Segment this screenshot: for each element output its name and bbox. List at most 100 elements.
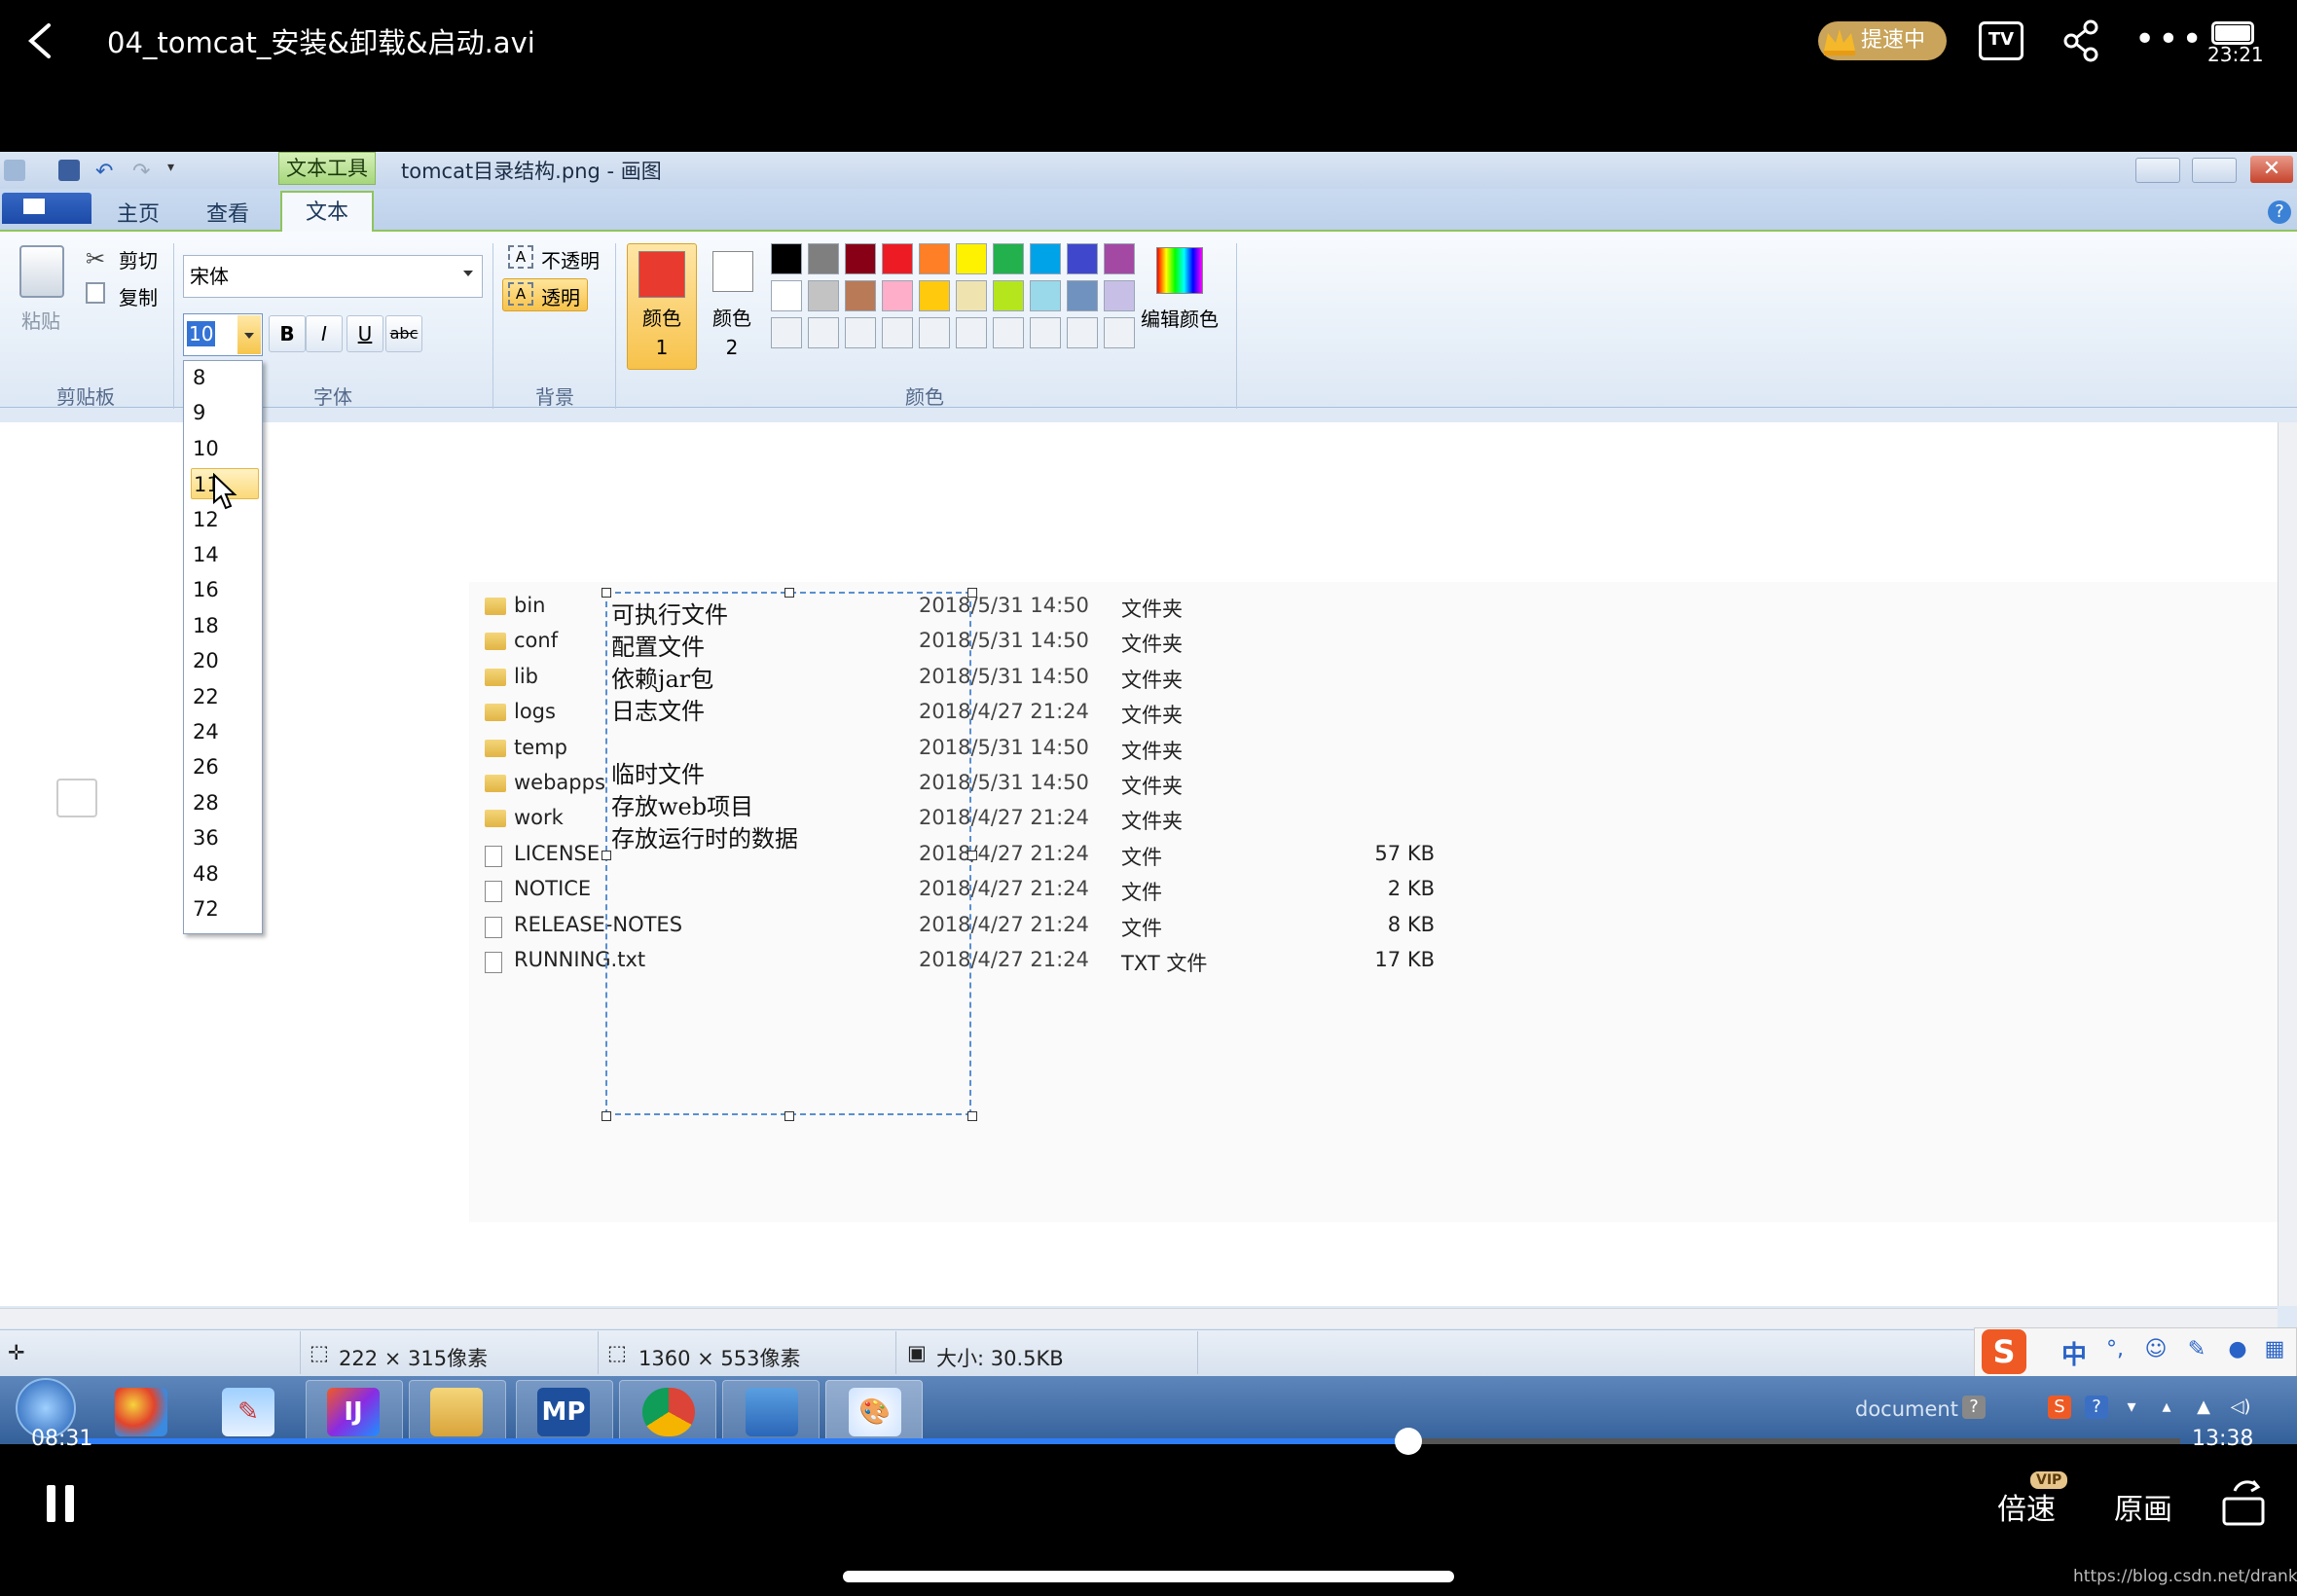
palette-swatch[interactable] (919, 243, 950, 274)
close-button[interactable]: ✕ (2250, 156, 2293, 183)
help-icon[interactable]: ? (2268, 200, 2291, 224)
strikethrough-button[interactable]: abc (385, 315, 422, 352)
vertical-scrollbar[interactable] (2278, 422, 2297, 1306)
palette-swatch[interactable] (845, 243, 876, 274)
paint-app-icon[interactable] (4, 160, 25, 181)
emoji-icon[interactable]: ☺ (2143, 1337, 2169, 1362)
grid-menu-icon[interactable]: ▦ (2262, 1337, 2287, 1362)
tray-document-label[interactable]: document (1855, 1397, 1958, 1421)
palette-swatch[interactable] (882, 243, 913, 274)
paint-menu-button[interactable] (2, 193, 91, 224)
resize-handle[interactable] (602, 1111, 611, 1121)
paste-icon[interactable] (19, 245, 64, 298)
palette-swatch[interactable] (808, 243, 839, 274)
scissors-icon[interactable]: ✂ (86, 245, 105, 272)
tray-sogou-icon[interactable]: S (2048, 1396, 2071, 1419)
font-size-option[interactable]: 10 (191, 433, 259, 464)
palette-swatch[interactable] (956, 243, 987, 274)
palette-swatch[interactable] (845, 280, 876, 311)
font-family-select[interactable]: 宋体 (183, 255, 483, 298)
sogou-logo-icon[interactable]: S (1982, 1329, 2026, 1374)
edit-colors-button[interactable]: 编辑颜色 (1141, 304, 1219, 332)
pause-icon[interactable] (47, 1485, 74, 1522)
palette-swatch[interactable] (882, 280, 913, 311)
redo-icon[interactable]: ↷ (132, 160, 154, 184)
tab-home[interactable]: 主页 (117, 197, 160, 228)
palette-swatch-empty[interactable] (845, 317, 876, 348)
share-icon[interactable] (2061, 19, 2100, 62)
volume-icon[interactable]: ◁) (2229, 1396, 2252, 1419)
font-size-option[interactable]: 20 (191, 645, 259, 676)
paste-label[interactable]: 粘贴 (21, 306, 60, 334)
underline-button[interactable]: U (346, 315, 383, 352)
resize-handle[interactable] (602, 851, 611, 860)
color1-swatch[interactable] (638, 251, 685, 298)
copy-icon[interactable] (86, 282, 105, 304)
font-size-option[interactable]: 24 (191, 716, 259, 747)
microphone-icon[interactable]: ● (2225, 1337, 2250, 1362)
transparent-icon[interactable]: A (508, 282, 533, 306)
resize-handle[interactable] (784, 588, 794, 598)
mp-app-icon[interactable]: MP (537, 1388, 590, 1436)
folder-icon[interactable] (430, 1388, 483, 1436)
tv-cast-icon[interactable]: TV (1979, 21, 2024, 60)
palette-swatch[interactable] (808, 280, 839, 311)
palette-swatch[interactable] (1104, 280, 1135, 311)
picasa-icon[interactable] (115, 1388, 167, 1436)
palette-swatch-empty[interactable] (808, 317, 839, 348)
home-indicator[interactable] (843, 1571, 1454, 1582)
font-size-option[interactable]: 22 (191, 681, 259, 712)
palette-swatch[interactable] (771, 280, 802, 311)
resize-handle[interactable] (602, 588, 611, 598)
resize-handle[interactable] (967, 588, 977, 598)
bold-button[interactable]: B (269, 315, 306, 352)
palette-swatch[interactable] (1030, 280, 1061, 311)
palette-swatch-empty[interactable] (771, 317, 802, 348)
palette-swatch[interactable] (771, 243, 802, 274)
palette-swatch[interactable] (1067, 243, 1098, 274)
font-size-option[interactable]: 8 (191, 362, 259, 393)
palette-swatch-empty[interactable] (1030, 317, 1061, 348)
tray-help-icon[interactable]: ? (1962, 1396, 1986, 1419)
palette-swatch[interactable] (1067, 280, 1098, 311)
copy-button[interactable]: 复制 (119, 282, 158, 310)
font-size-option[interactable]: 36 (191, 822, 259, 853)
save-icon[interactable] (58, 160, 80, 181)
font-size-option[interactable]: 48 (191, 858, 259, 889)
color1-label[interactable]: 颜色 1 (642, 304, 681, 362)
font-size-value[interactable]: 10 (187, 321, 216, 346)
palette-swatch[interactable] (993, 243, 1024, 274)
palette-swatch[interactable] (919, 280, 950, 311)
edit-colors-icon[interactable] (1156, 247, 1203, 294)
font-size-option[interactable]: 14 (191, 539, 259, 570)
tab-view[interactable]: 查看 (206, 197, 249, 228)
resize-handle[interactable] (967, 851, 977, 860)
back-arrow-icon[interactable] (25, 23, 55, 58)
italic-button[interactable]: I (306, 315, 343, 352)
pen-icon[interactable]: ✎ (2184, 1337, 2209, 1362)
pencils-icon[interactable]: ✎ (222, 1388, 274, 1436)
palette-swatch-empty[interactable] (993, 317, 1024, 348)
resize-handle[interactable] (967, 1111, 977, 1121)
palette-swatch-empty[interactable] (882, 317, 913, 348)
tray-expand-icon[interactable]: ▴ (2155, 1396, 2178, 1419)
palette-swatch-empty[interactable] (919, 317, 950, 348)
palette-swatch-empty[interactable] (1104, 317, 1135, 348)
text-box-selection[interactable] (605, 592, 971, 1115)
palette-swatch[interactable] (1104, 243, 1135, 274)
palette-swatch[interactable] (993, 280, 1024, 311)
tray-question-icon[interactable]: ? (2085, 1396, 2108, 1419)
intellij-icon[interactable]: IJ (327, 1388, 380, 1436)
opaque-button[interactable]: 不透明 (541, 245, 600, 273)
palette-swatch[interactable] (956, 280, 987, 311)
cut-button[interactable]: 剪切 (119, 245, 158, 273)
font-size-option[interactable]: 72 (191, 893, 259, 925)
palette-swatch-empty[interactable] (1067, 317, 1098, 348)
font-size-option[interactable]: 16 (191, 574, 259, 605)
font-size-option[interactable]: 18 (191, 610, 259, 641)
ime-language-toggle[interactable]: 中 (2061, 1335, 2087, 1371)
minimize-button[interactable] (2135, 158, 2180, 183)
palette-swatch-empty[interactable] (956, 317, 987, 348)
chrome-icon[interactable] (642, 1388, 695, 1436)
font-size-option[interactable]: 28 (191, 787, 259, 818)
